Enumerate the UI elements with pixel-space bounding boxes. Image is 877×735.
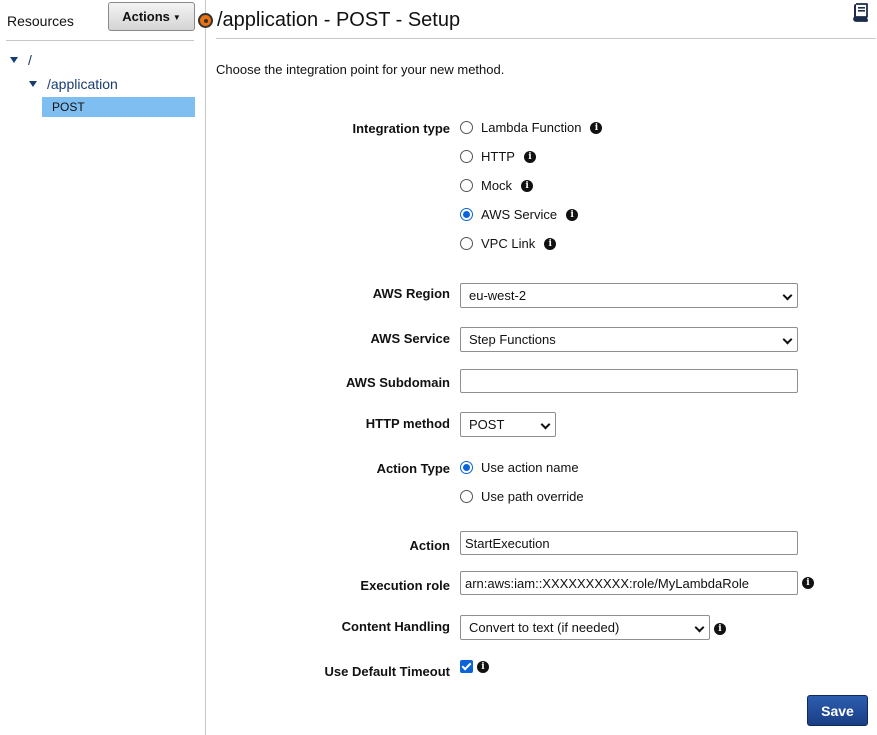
- action-label: Action: [409, 538, 450, 553]
- radio-use-action-name[interactable]: Use action name: [460, 460, 579, 475]
- info-icon[interactable]: i: [590, 121, 603, 134]
- radio-label: Use path override: [481, 489, 584, 504]
- actions-button[interactable]: Actions ▼: [108, 2, 195, 31]
- action-type-label: Action Type: [376, 461, 450, 476]
- tree-item-root[interactable]: /: [10, 52, 32, 68]
- chevron-down-icon: [540, 419, 551, 430]
- info-icon[interactable]: i: [523, 150, 536, 163]
- caret-down-icon: ▼: [172, 13, 181, 22]
- integration-type-label: Integration type: [352, 121, 450, 136]
- use-default-timeout-checkbox[interactable]: [460, 660, 473, 673]
- book-icon[interactable]: [851, 2, 871, 22]
- radio-label: Mock: [481, 178, 513, 193]
- aws-region-label: AWS Region: [372, 286, 450, 301]
- radio-button[interactable]: [460, 150, 473, 163]
- http-method-select[interactable]: POST: [460, 412, 556, 437]
- radio-button[interactable]: [460, 490, 473, 503]
- intro-text: Choose the integration point for your ne…: [216, 62, 505, 77]
- aws-service-label: AWS Service: [370, 331, 451, 346]
- info-icon[interactable]: i: [477, 661, 489, 673]
- radio-http[interactable]: HTTP i: [460, 149, 536, 164]
- radio-label: HTTP: [481, 149, 515, 164]
- info-icon[interactable]: i: [544, 237, 557, 250]
- tree-item-label: /: [28, 52, 32, 68]
- resources-panel: Resources Actions ▼ / /application POST: [0, 0, 206, 735]
- radio-use-path-override[interactable]: Use path override: [460, 489, 584, 504]
- use-default-timeout-label: Use Default Timeout: [324, 664, 450, 679]
- radio-vpc-link[interactable]: VPC Link i: [460, 236, 557, 251]
- save-button[interactable]: Save: [807, 695, 868, 726]
- info-icon[interactable]: i: [566, 208, 579, 221]
- content-handling-label: Content Handling: [341, 619, 450, 634]
- aws-region-select[interactable]: eu-west-2: [460, 283, 798, 308]
- radio-button[interactable]: [460, 121, 473, 134]
- execution-role-label: Execution role: [360, 578, 450, 593]
- info-icon[interactable]: i: [521, 179, 534, 192]
- aws-subdomain-label: AWS Subdomain: [346, 375, 450, 390]
- resources-header: Resources Actions ▼: [0, 0, 206, 40]
- http-method-value: POST: [469, 417, 505, 432]
- aws-service-value: Step Functions: [469, 332, 556, 347]
- resources-title: Resources: [7, 13, 74, 29]
- radio-label: Lambda Function: [481, 120, 582, 135]
- resources-divider: [6, 40, 194, 41]
- panel-collapse-handle[interactable]: [198, 13, 213, 28]
- title-divider: [216, 38, 876, 39]
- execution-role-input[interactable]: [460, 571, 798, 595]
- radio-button[interactable]: [460, 237, 473, 250]
- caret-down-icon[interactable]: [29, 81, 37, 87]
- action-input[interactable]: [460, 531, 798, 555]
- radio-button[interactable]: [460, 208, 473, 221]
- page-title: /application - POST - Setup: [217, 9, 461, 31]
- actions-button-label: Actions: [122, 9, 170, 24]
- content-handling-value: Convert to text (if needed): [469, 620, 620, 635]
- chevron-down-icon: [694, 622, 705, 633]
- aws-service-select[interactable]: Step Functions: [460, 327, 798, 352]
- info-icon[interactable]: i: [802, 577, 814, 589]
- radio-label: VPC Link: [481, 236, 536, 251]
- radio-lambda-function[interactable]: Lambda Function i: [460, 120, 603, 135]
- aws-region-value: eu-west-2: [469, 288, 527, 303]
- tree-item-application[interactable]: /application: [29, 76, 118, 92]
- content-handling-select[interactable]: Convert to text (if needed): [460, 615, 710, 640]
- radio-mock[interactable]: Mock i: [460, 178, 534, 193]
- radio-label: Use action name: [481, 460, 579, 475]
- radio-button[interactable]: [460, 179, 473, 192]
- radio-label: AWS Service: [481, 207, 558, 222]
- tree-item-post[interactable]: POST: [42, 97, 195, 117]
- info-icon[interactable]: i: [714, 623, 726, 635]
- chevron-down-icon: [782, 290, 793, 301]
- tree-item-label: /application: [47, 76, 118, 92]
- radio-button[interactable]: [460, 461, 473, 474]
- chevron-down-icon: [782, 334, 793, 345]
- caret-down-icon[interactable]: [10, 57, 18, 63]
- aws-subdomain-input[interactable]: [460, 369, 798, 393]
- http-method-label: HTTP method: [365, 416, 450, 431]
- radio-aws-service[interactable]: AWS Service i: [460, 207, 579, 222]
